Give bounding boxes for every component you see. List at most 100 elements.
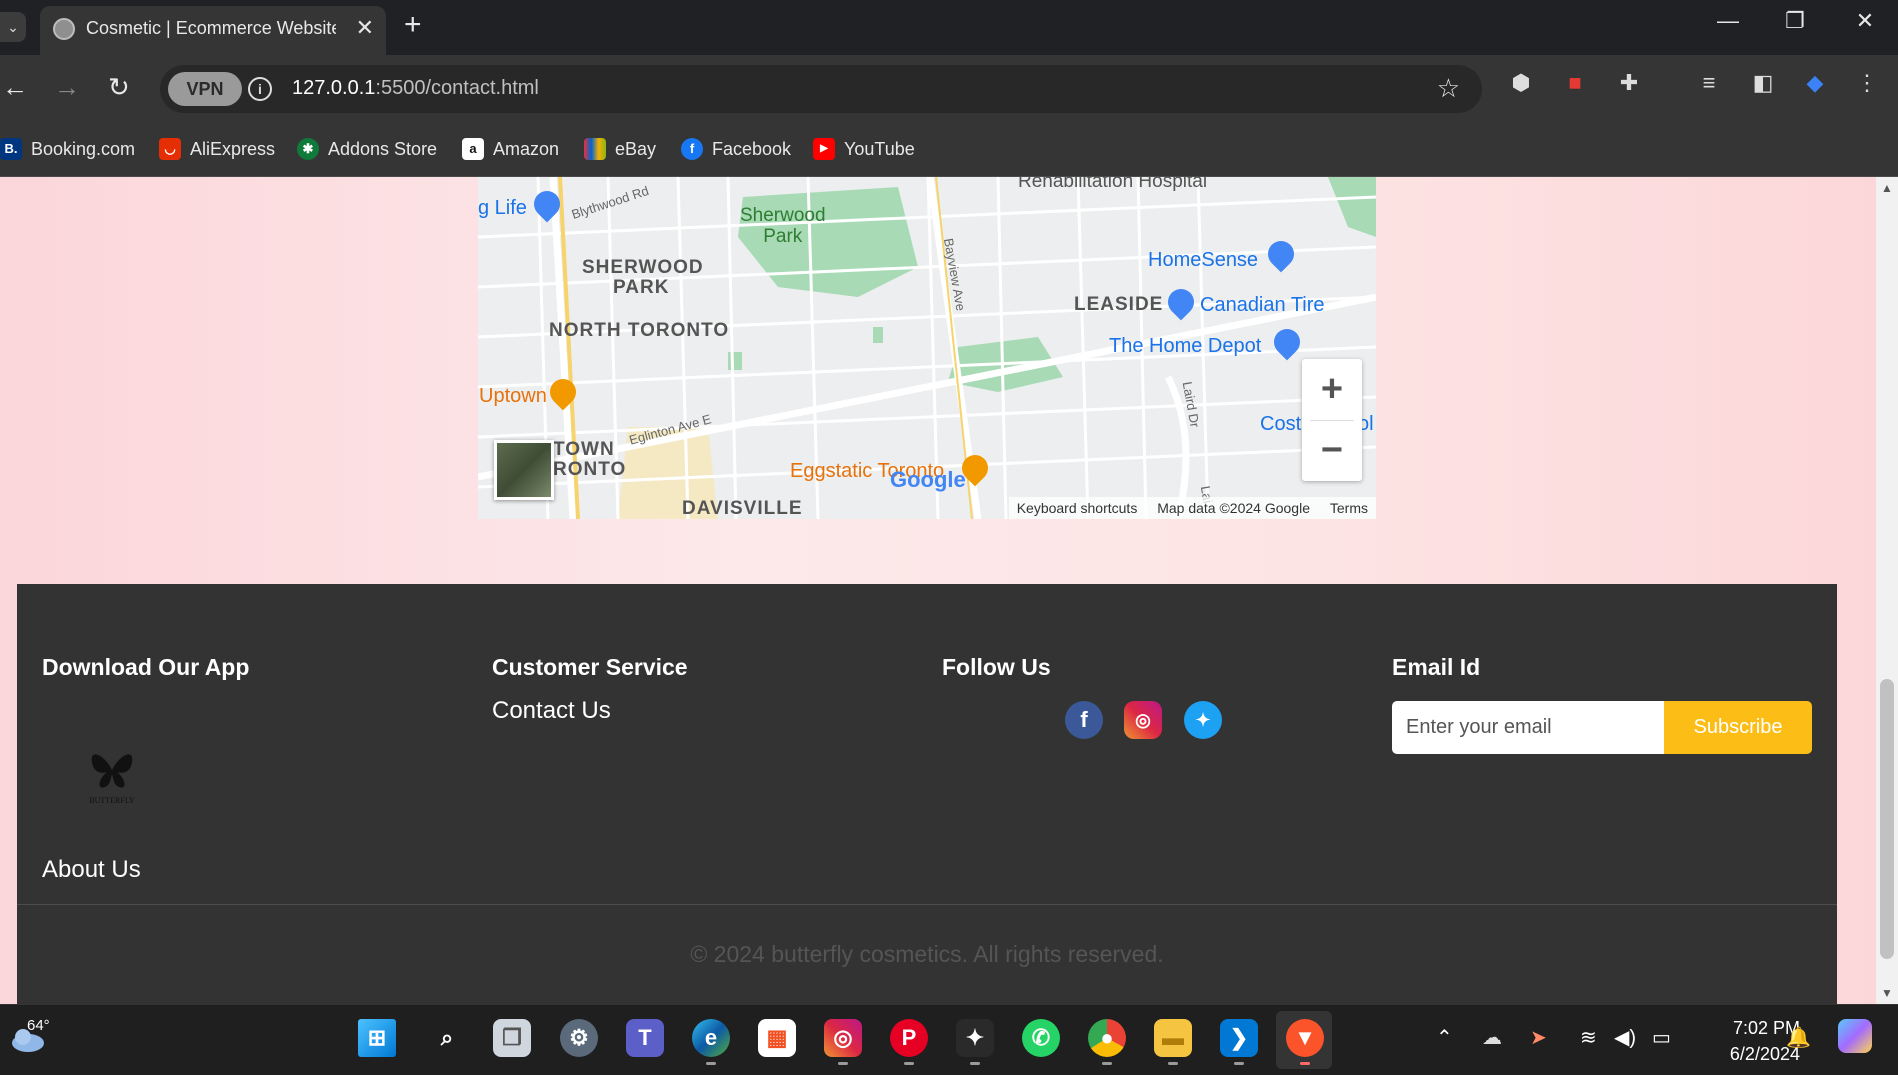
search-icon[interactable]: ⌕: [428, 1019, 466, 1057]
minimize-button[interactable]: —: [1708, 8, 1748, 34]
map-label-uptown: Uptown: [479, 385, 547, 407]
about-us-link[interactable]: About Us: [42, 856, 141, 884]
media-icon[interactable]: ≡: [1694, 68, 1724, 98]
system-clock[interactable]: 7:02 PM 6/2/2024: [1690, 1015, 1800, 1067]
site-info-icon[interactable]: i: [248, 77, 272, 101]
map-label-davisville: DAVISVILLE: [682, 498, 803, 519]
instagram-icon[interactable]: ◎: [824, 1019, 862, 1065]
running-indicator: [1234, 1062, 1244, 1065]
task-view-icon[interactable]: ❐: [493, 1019, 531, 1057]
page-scrollbar[interactable]: ▲ ▼: [1876, 177, 1898, 1004]
settings-icon[interactable]: ⚙: [560, 1019, 598, 1057]
shield-extension-icon[interactable]: ⬢: [1506, 68, 1536, 98]
scrollbar-thumb[interactable]: [1880, 679, 1894, 959]
clock-date: 6/2/2024: [1729, 1044, 1800, 1064]
page-viewport: g Life Blythwood Rd Rehabilitation Hospi…: [0, 177, 1876, 1004]
bookmark-facebook[interactable]: f Facebook: [681, 135, 791, 163]
bookmark-amazon[interactable]: a Amazon: [462, 135, 559, 163]
running-indicator: [1168, 1062, 1178, 1065]
side-panel-icon[interactable]: ◧: [1748, 68, 1778, 98]
copilot-icon[interactable]: [1838, 1019, 1872, 1053]
chrome-icon[interactable]: ●: [1088, 1019, 1126, 1065]
zoom-in-button[interactable]: +: [1302, 359, 1362, 420]
bookmark-star-icon[interactable]: ☆: [1437, 73, 1460, 104]
email-input[interactable]: [1392, 701, 1664, 754]
google-logo: Google: [890, 467, 966, 492]
map-label-north-toronto: NORTH TORONTO: [549, 320, 730, 341]
whatsapp-icon[interactable]: ✆: [1022, 1019, 1060, 1057]
bookmark-label: AliExpress: [190, 138, 276, 159]
map-label-rehab: Rehabilitation Hospital: [1018, 177, 1208, 192]
battery-icon[interactable]: ▭: [1652, 1025, 1671, 1050]
vpn-toggle[interactable]: VPN: [168, 72, 242, 106]
bookmark-youtube[interactable]: ▶ YouTube: [813, 135, 915, 163]
windows-start-icon[interactable]: ⊞: [358, 1019, 396, 1057]
keyboard-shortcuts-link[interactable]: Keyboard shortcuts: [1017, 500, 1138, 516]
globe-icon: [53, 18, 75, 40]
map-terms-link[interactable]: Terms: [1330, 500, 1368, 516]
bookmark-ebay[interactable]: eBay: [584, 135, 656, 163]
forward-button[interactable]: →: [54, 72, 80, 103]
store-icon[interactable]: ▦: [758, 1019, 796, 1057]
scroll-down-arrow-icon[interactable]: ▼: [1876, 986, 1898, 1000]
wolf-app-icon[interactable]: ✦: [956, 1019, 994, 1065]
scroll-up-arrow-icon[interactable]: ▲: [1876, 181, 1898, 195]
butterfly-logo[interactable]: BUTTERFLY: [75, 744, 149, 812]
lock-extension-icon[interactable]: ■: [1560, 68, 1590, 98]
bitwarden-icon[interactable]: ◆: [1800, 68, 1830, 98]
onedrive-cloud-icon[interactable]: ☁: [1482, 1025, 1502, 1050]
google-map[interactable]: g Life Blythwood Rd Rehabilitation Hospi…: [478, 177, 1376, 519]
twitter-icon[interactable]: ✦: [1184, 701, 1222, 739]
butterfly-icon: [91, 754, 133, 788]
bookmark-booking[interactable]: B. Booking.com: [0, 135, 135, 163]
edge-icon[interactable]: e: [692, 1019, 730, 1065]
restore-button[interactable]: ❐: [1775, 8, 1815, 34]
map-label-sherwood-park-green: Sherwood Park: [740, 205, 826, 247]
location-arrow-icon[interactable]: ➤: [1530, 1025, 1547, 1050]
menu-dots-icon[interactable]: ⋮: [1852, 68, 1882, 98]
aliexpress-icon: ◡: [159, 138, 181, 160]
file-explorer-icon[interactable]: ▬: [1154, 1019, 1192, 1065]
bookmark-addons-store[interactable]: ✱ Addons Store: [297, 135, 437, 163]
tray-overflow-chevron-icon[interactable]: ⌃: [1436, 1025, 1453, 1050]
notification-bell-icon[interactable]: 🔔: [1786, 1025, 1811, 1050]
map-data-text: Map data ©2024 Google: [1157, 500, 1310, 516]
map-label-park: PARK: [613, 277, 670, 298]
zoom-out-button[interactable]: −: [1302, 420, 1362, 481]
running-indicator: [1102, 1062, 1112, 1065]
bookmark-label: eBay: [615, 138, 657, 159]
back-button[interactable]: ←: [2, 72, 28, 103]
subscribe-button[interactable]: Subscribe: [1664, 701, 1812, 754]
contact-us-link[interactable]: Contact Us: [492, 697, 688, 725]
copyright-text: © 2024 butterfly cosmetics. All rights r…: [690, 941, 1164, 967]
browser-tab-bar: ⌄ Cosmetic | Ecommerce Website ✕ + — ❐ ✕: [0, 0, 1898, 55]
teams-icon[interactable]: T: [626, 1019, 664, 1057]
facebook-icon[interactable]: f: [1065, 701, 1103, 739]
address-bar[interactable]: VPN i 127.0.0.1:5500/contact.html ☆: [160, 65, 1482, 113]
weather-temp[interactable]: 64°: [27, 1017, 50, 1034]
tab-title: Cosmetic | Ecommerce Website: [86, 18, 336, 38]
window-close-button[interactable]: ✕: [1845, 8, 1885, 34]
bookmark-label: YouTube: [844, 138, 915, 159]
brave-icon[interactable]: ▼: [1286, 1019, 1324, 1065]
map-label-downtown-1: TOWN: [553, 439, 615, 460]
url-text[interactable]: 127.0.0.1:5500/contact.html: [292, 77, 539, 100]
site-footer: Download Our App BUTTERFLY About Us Cust…: [17, 584, 1837, 1004]
footer-divider: [17, 904, 1837, 905]
volume-icon[interactable]: ◀): [1614, 1025, 1636, 1050]
tab-search-menu-button[interactable]: ⌄: [0, 12, 26, 42]
vscode-icon[interactable]: ❯: [1220, 1019, 1258, 1065]
bookmark-aliexpress[interactable]: ◡ AliExpress: [159, 135, 275, 163]
active-tab[interactable]: Cosmetic | Ecommerce Website ✕: [40, 6, 386, 55]
reload-button[interactable]: ↻: [108, 72, 130, 103]
wifi-icon[interactable]: ≋: [1580, 1025, 1597, 1050]
pinterest-icon[interactable]: P: [890, 1019, 928, 1065]
amazon-icon: a: [462, 138, 484, 160]
satellite-toggle[interactable]: [494, 440, 554, 500]
instagram-icon[interactable]: ◎: [1124, 701, 1162, 739]
tab-close-button[interactable]: ✕: [356, 15, 374, 41]
footer-about-column: About Us: [42, 856, 141, 884]
new-tab-button[interactable]: +: [404, 8, 422, 42]
ebay-icon: [584, 138, 606, 160]
puzzle-icon[interactable]: ✚: [1614, 68, 1644, 98]
